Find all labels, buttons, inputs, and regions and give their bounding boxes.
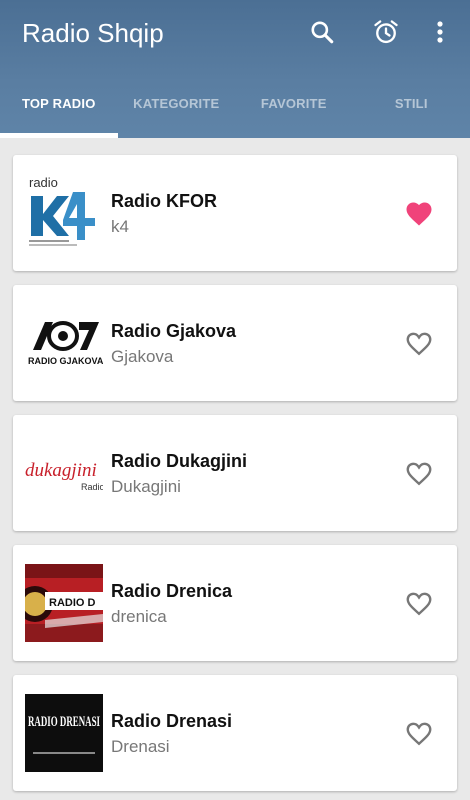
- k4-logo-image: radio: [25, 174, 103, 252]
- more-vert-icon: [437, 21, 443, 43]
- heart-outline-icon: [406, 462, 432, 486]
- favorite-button[interactable]: [401, 195, 437, 231]
- alarm-button[interactable]: [366, 14, 406, 50]
- heart-filled-icon: [406, 202, 432, 226]
- station-name: Radio Drenasi: [111, 711, 233, 731]
- alarm-clock-icon: [374, 20, 398, 44]
- station-card[interactable]: RADIO DRENASI Radio Drenasi Drenasi: [13, 675, 457, 791]
- app-bar: Radio Shqip TOP RADIO KATEGORITE FAVORIT…: [0, 0, 470, 138]
- station-name: Radio Dukagjini: [111, 451, 248, 471]
- station-name: Radio Gjakova: [111, 321, 237, 341]
- tab-favorite[interactable]: FAVORITE: [235, 80, 353, 138]
- favorite-button[interactable]: [401, 325, 437, 361]
- station-subtitle: Gjakova: [111, 347, 174, 366]
- tab-kategorite[interactable]: KATEGORITE: [118, 80, 236, 138]
- gjakova-logo-image: RADIO GJAKOVA: [25, 304, 103, 382]
- station-card[interactable]: dukagjini Radio Radio Dukagjini Dukagjin…: [13, 415, 457, 531]
- tab-stili[interactable]: STILI: [353, 80, 470, 138]
- drenasi-logo-image: RADIO DRENASI: [25, 694, 103, 772]
- logo-drenasi-text: RADIO DRENASI: [28, 714, 100, 730]
- logo-dukagjini-text: dukagjini: [25, 460, 97, 481]
- logo-drenica-text: RADIO D: [49, 597, 96, 609]
- station-card[interactable]: radio Radio KFOR k4: [13, 155, 457, 271]
- station-subtitle: Drenasi: [111, 737, 170, 756]
- overflow-menu-button[interactable]: [420, 14, 460, 50]
- heart-outline-icon: [406, 332, 432, 356]
- station-logo-drenasi: RADIO DRENASI: [25, 694, 103, 772]
- favorite-button[interactable]: [401, 715, 437, 751]
- favorite-button[interactable]: [401, 455, 437, 491]
- logo-radio-text: radio: [29, 175, 58, 190]
- station-logo-dukagjini: dukagjini Radio: [25, 434, 103, 512]
- station-subtitle: Dukagjini: [111, 477, 181, 496]
- heart-outline-icon: [406, 722, 432, 746]
- station-name: Radio KFOR: [111, 191, 217, 211]
- drenica-logo-image: RADIO D: [25, 564, 103, 642]
- logo-gjakova-text: RADIO GJAKOVA: [28, 356, 103, 366]
- dukagjini-logo-image: dukagjini Radio: [25, 434, 103, 512]
- search-icon: [311, 21, 334, 44]
- tab-top-radio[interactable]: TOP RADIO: [0, 80, 118, 138]
- station-logo-gjakova: RADIO GJAKOVA: [25, 304, 103, 382]
- station-subtitle: drenica: [111, 607, 167, 626]
- station-logo-k4: radio: [25, 174, 103, 252]
- search-button[interactable]: [302, 14, 342, 50]
- favorite-button[interactable]: [401, 585, 437, 621]
- tab-bar: TOP RADIO KATEGORITE FAVORITE STILI: [0, 80, 470, 138]
- station-logo-drenica: RADIO D: [25, 564, 103, 642]
- heart-outline-icon: [406, 592, 432, 616]
- station-subtitle: k4: [111, 217, 129, 236]
- app-title: Radio Shqip: [22, 18, 164, 48]
- station-card[interactable]: RADIO GJAKOVA Radio Gjakova Gjakova: [13, 285, 457, 401]
- svg-text:Radio: Radio: [81, 482, 103, 492]
- station-name: Radio Drenica: [111, 581, 233, 601]
- station-card[interactable]: RADIO D Radio Drenica drenica: [13, 545, 457, 661]
